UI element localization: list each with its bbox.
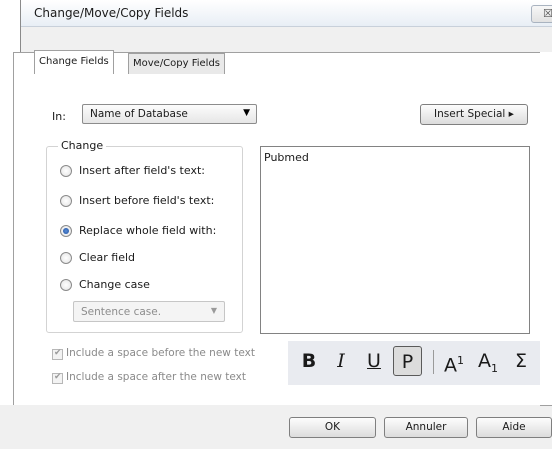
close-icon: ☒ <box>543 7 552 20</box>
radio-clear-field[interactable] <box>60 252 72 264</box>
plain-button[interactable]: P <box>393 346 422 376</box>
radio-insert-after-label[interactable]: Insert after field's text: <box>79 164 205 177</box>
format-toolbar: B I U P A1 A1 Σ <box>288 341 540 385</box>
checkbox-space-after-label: Include a space after the new text <box>66 371 246 383</box>
underline-button[interactable]: U <box>362 346 386 376</box>
superscript-mark: 1 <box>457 354 464 367</box>
in-label: In: <box>52 110 66 123</box>
title-bar: Change/Move/Copy Fields ☒ <box>21 0 552 27</box>
tab-move-copy-fields[interactable]: Move/Copy Fields <box>128 53 226 74</box>
replacement-text-area[interactable]: Pubmed <box>260 146 530 334</box>
check-icon: ✔ <box>54 348 62 358</box>
replacement-text-value: Pubmed <box>264 151 309 164</box>
bold-button[interactable]: B <box>298 346 320 376</box>
check-icon: ✔ <box>54 372 62 382</box>
dropdown-arrow-icon: ▼ <box>210 306 217 315</box>
radio-clear-field-label[interactable]: Clear field <box>79 251 135 264</box>
radio-change-case[interactable] <box>60 279 72 291</box>
in-field-select[interactable]: Name of Database ▼ <box>82 104 257 124</box>
radio-change-case-label[interactable]: Change case <box>79 278 150 291</box>
cancel-button[interactable]: Annuler <box>384 417 468 438</box>
radio-insert-before[interactable] <box>60 195 72 207</box>
in-field-value: Name of Database <box>90 108 188 120</box>
window-title: Change/Move/Copy Fields <box>34 6 189 20</box>
change-case-value: Sentence case. <box>81 306 162 318</box>
superscript-button[interactable]: A1 <box>440 346 468 376</box>
symbol-button[interactable]: Σ <box>510 346 532 376</box>
superscript-base: A <box>444 354 457 377</box>
close-button[interactable]: ☒ <box>531 5 552 23</box>
change-case-select: Sentence case. ▼ <box>73 301 225 322</box>
radio-insert-before-label[interactable]: Insert before field's text: <box>79 194 214 207</box>
dropdown-arrow-icon: ▼ <box>243 108 250 118</box>
checkbox-space-before-label: Include a space before the new text <box>66 347 255 359</box>
change-group-label: Change <box>58 139 107 152</box>
tab-change-fields[interactable]: Change Fields <box>34 50 114 74</box>
subscript-mark: 1 <box>491 361 498 375</box>
checkbox-space-after: ✔ <box>52 372 63 384</box>
subscript-button[interactable]: A1 <box>474 346 502 376</box>
italic-button[interactable]: I <box>330 346 352 376</box>
radio-replace-whole-field[interactable] <box>60 225 72 237</box>
toolbar-separator <box>433 350 434 374</box>
subscript-base: A <box>478 350 491 372</box>
help-button[interactable]: Aide <box>476 417 552 438</box>
radio-replace-whole-field-label[interactable]: Replace whole field with: <box>79 224 216 237</box>
ok-button[interactable]: OK <box>289 417 376 438</box>
radio-insert-after[interactable] <box>60 165 72 177</box>
checkbox-space-before: ✔ <box>52 348 63 360</box>
insert-special-button[interactable]: Insert Special ▸ <box>420 104 528 125</box>
